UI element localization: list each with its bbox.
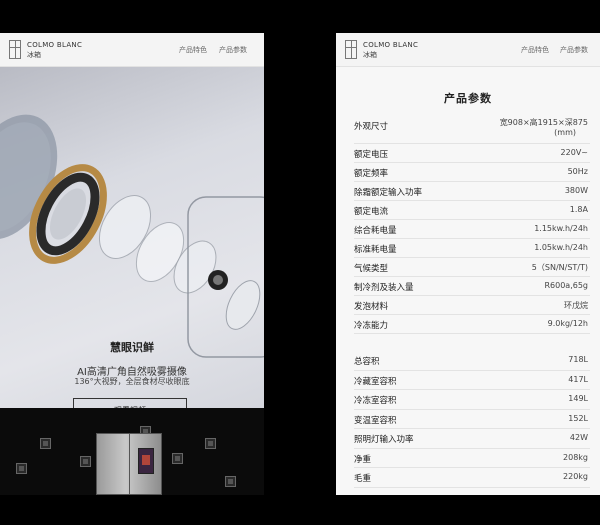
hero-description-line2: 136°大视野，全层食材尽收眼底 [74, 377, 190, 386]
spec-value: 环戊烷 [564, 301, 588, 310]
spec-row: 冷藏室容积 417L [354, 371, 590, 390]
brand-subtitle: 冰箱 [363, 51, 377, 59]
spec-value: 9.0kg/12h [547, 319, 588, 328]
nav-features-link[interactable]: 产品特色 [179, 45, 207, 55]
spec-row: 发泡材料 环戊烷 [354, 296, 590, 315]
product-specs-screen: COLMO BLANC 冰箱 产品特色 产品参数 产品参数 外观尺寸 宽908×高… [336, 33, 600, 495]
fridge-display-screen [138, 448, 154, 474]
spec-label: 净重 [354, 454, 372, 465]
spec-value: 718L [568, 355, 588, 364]
spec-value: 宽908×高1915×深875 [499, 118, 588, 127]
spec-value: 149L [568, 394, 588, 403]
spec-value: 417L [568, 374, 588, 384]
spec-row: 综合耗电量 1.15kw.h/24h [354, 220, 590, 239]
spec-value: 152L [568, 413, 588, 423]
spec-row: 净重 208kg [354, 449, 590, 468]
spec-label: 标准耗电量 [354, 245, 397, 255]
spec-label: 综合耗电量 [354, 226, 397, 236]
brand-subtitle: 冰箱 [27, 51, 41, 59]
spec-label: 变温室容积 [354, 415, 397, 426]
spec-label: 额定电压 [354, 150, 389, 160]
spec-label: 额定电流 [354, 207, 389, 217]
spec-row: 额定频率 50Hz [354, 163, 590, 182]
spec-label: 外观尺寸 [354, 122, 389, 132]
spec-value: 42W [569, 433, 588, 442]
spec-row: 冷冻室容积 149L [354, 390, 590, 410]
spec-value: R600a,65g [544, 281, 588, 290]
spec-value: 1.05kw.h/24h [534, 243, 588, 252]
header-bar: COLMO BLANC 冰箱 产品特色 产品参数 [336, 33, 600, 67]
food-icon [172, 453, 183, 464]
spec-label: 气候类型 [354, 264, 389, 274]
spec-label: 照明灯输入功率 [354, 435, 414, 445]
spec-row: 除霜额定输入功率 380W [354, 182, 590, 201]
nav-specs-link[interactable]: 产品参数 [219, 45, 247, 55]
spec-value: 1.8A [569, 205, 588, 214]
fridge-logo-icon [9, 40, 21, 59]
spec-value: 220V~ [560, 148, 588, 157]
food-icon [16, 463, 27, 474]
spec-value: 50Hz [567, 167, 588, 176]
spec-row: 外观尺寸 宽908×高1915×深875 (mm) [354, 113, 590, 144]
spec-row: 额定电流 1.8A [354, 201, 590, 220]
spec-value: 208kg [563, 452, 588, 462]
spec-value: 1.15kw.h/24h [534, 224, 588, 233]
spec-label: 发泡材料 [354, 302, 389, 312]
spec-row: 毛重 220kg [354, 468, 590, 488]
food-icon [40, 438, 51, 449]
spec-row: 变温室容积 152L [354, 410, 590, 429]
spec-label: 毛重 [354, 474, 372, 484]
spec-row: 气候类型 5（SN/N/ST/T) [354, 258, 590, 277]
spec-label: 总容积 [354, 357, 380, 367]
nav-specs-link[interactable]: 产品参数 [560, 45, 588, 55]
food-icon [205, 438, 216, 449]
hero-title: 慧眼识鲜 [110, 341, 154, 354]
spec-row: 标准耗电量 1.05kw.h/24h [354, 239, 590, 258]
header-bar: COLMO BLANC 冰箱 产品特色 产品参数 [0, 33, 264, 67]
spec-row: 制冷剂及装入量 R600a,65g [354, 277, 590, 296]
spec-label: 冷冻能力 [354, 321, 389, 331]
nav-features-link[interactable]: 产品特色 [521, 45, 549, 55]
camera-lens-illustration [0, 114, 264, 358]
spec-label: 冷藏室容积 [354, 376, 397, 387]
spec-value: 5（SN/N/ST/T) [531, 263, 588, 272]
hero-banner: 慧眼识鲜 AI高清广角自然吸雾摄像 136°大视野，全层食材尽收眼底 观看视频 [0, 67, 264, 422]
spec-value: 380W [564, 186, 588, 195]
product-features-screen: COLMO BLANC 冰箱 产品特色 产品参数 慧眼识鲜 AI高清广角自然吸雾… [0, 33, 264, 495]
food-icon [80, 456, 91, 467]
spec-value: 220kg [563, 472, 588, 481]
spec-label: 除霜额定输入功率 [354, 188, 423, 198]
fridge-product-image [96, 433, 162, 495]
spec-row: 额定电压 220V~ [354, 144, 590, 163]
spec-value-unit: (mm) [554, 128, 576, 137]
food-icon [225, 476, 236, 487]
fridge-logo-icon [345, 40, 357, 59]
spec-row: 冷冻能力 9.0kg/12h [354, 315, 590, 334]
brand-name: COLMO BLANC [363, 41, 419, 49]
spec-row: 总容积 718L [354, 351, 590, 371]
specs-title: 产品参数 [444, 92, 492, 105]
spec-label: 冷冻室容积 [354, 396, 397, 406]
brand-name: COLMO BLANC [27, 41, 83, 49]
spec-label: 额定频率 [354, 169, 389, 179]
spec-row: 照明灯输入功率 42W [354, 429, 590, 449]
fridge-showcase-section [0, 408, 264, 495]
spec-label: 制冷剂及装入量 [354, 283, 414, 293]
